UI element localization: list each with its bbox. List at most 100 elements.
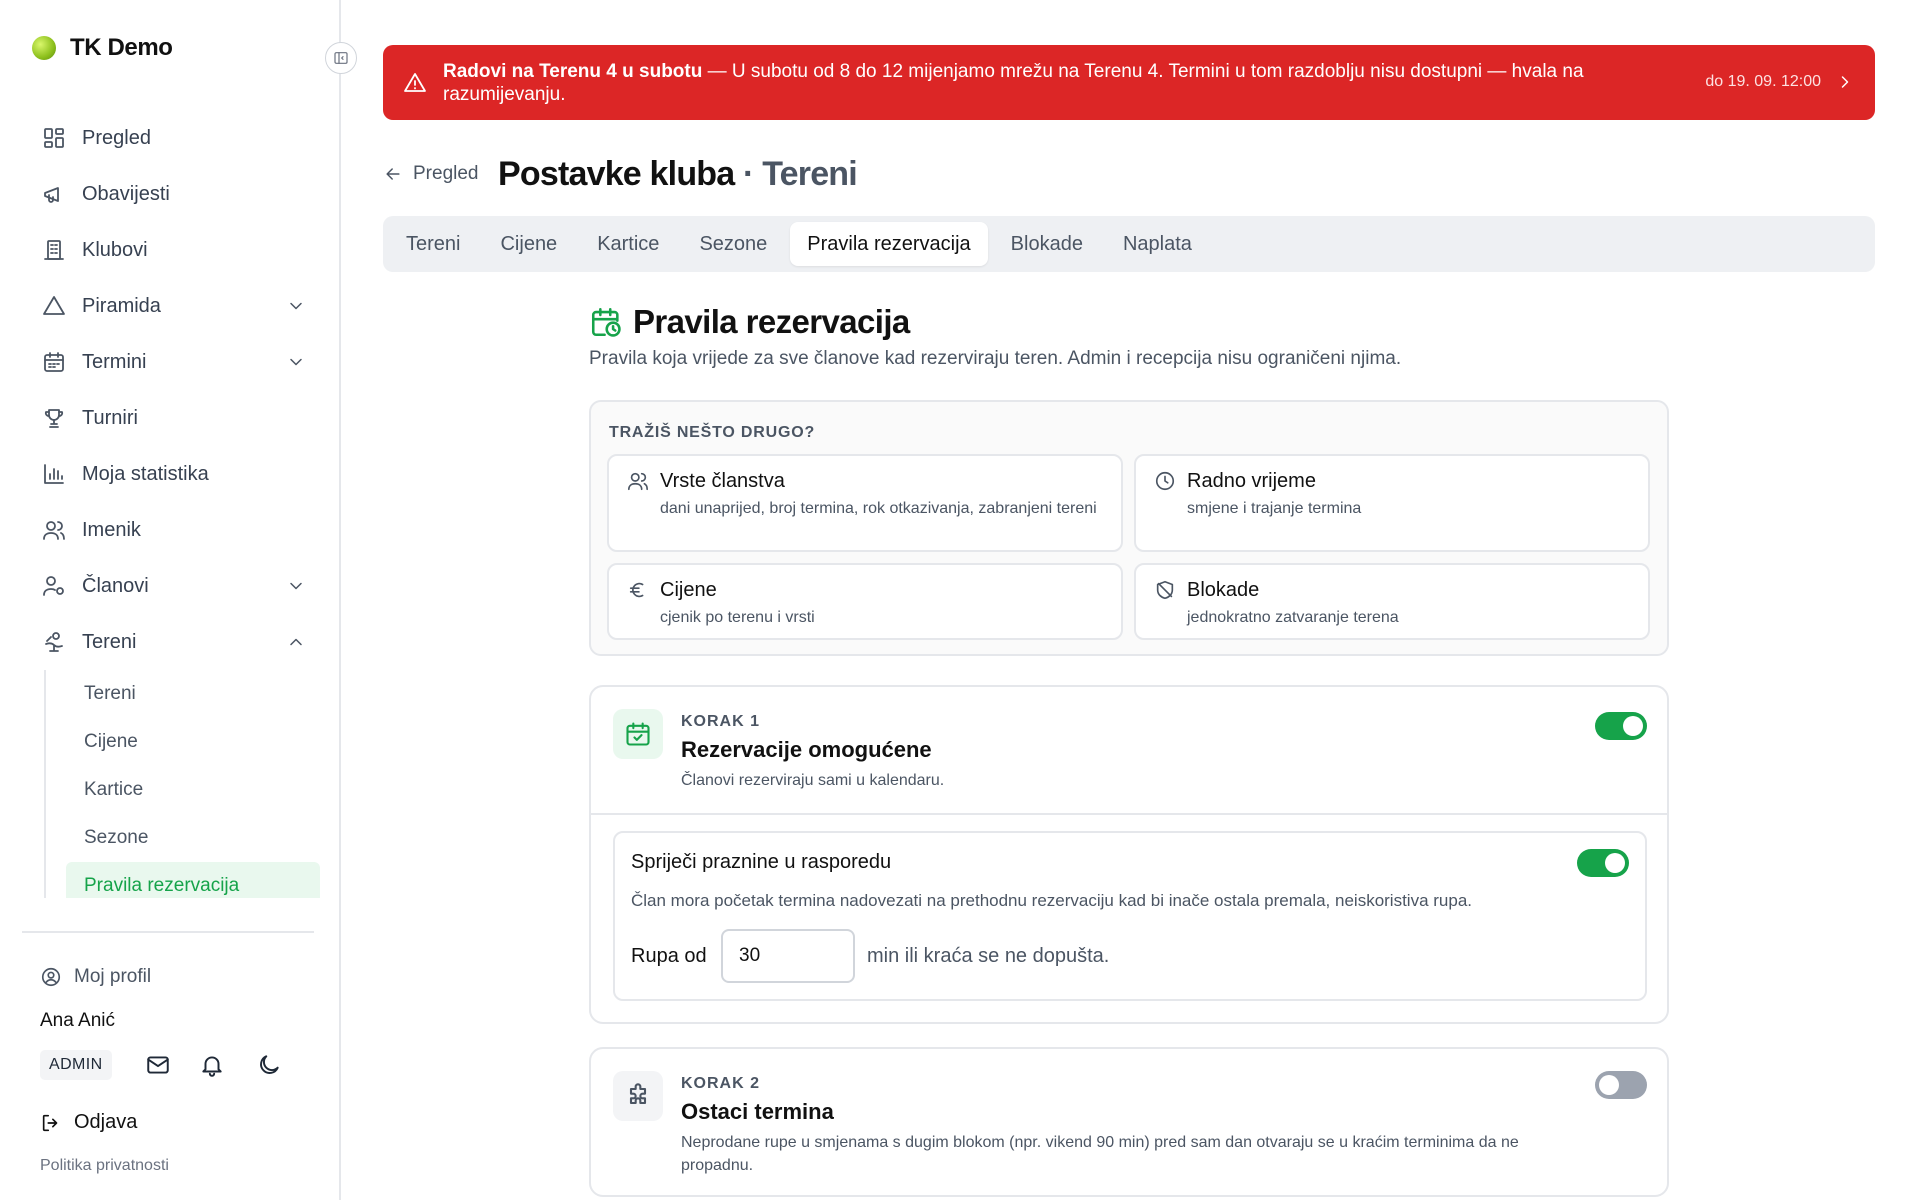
collapse-sidebar-button[interactable] bbox=[325, 42, 357, 74]
back-link[interactable]: Pregled bbox=[383, 163, 479, 185]
sidebar-subitem-cijene[interactable]: Cijene bbox=[66, 718, 320, 766]
toggle-knob bbox=[1599, 1075, 1619, 1095]
sidebar-item-imenik[interactable]: Imenik bbox=[22, 502, 320, 558]
bell-icon[interactable] bbox=[199, 1052, 225, 1078]
gap-prevention-card: Spriječi praznine u rasporedu Član mora … bbox=[613, 831, 1647, 1001]
page-title: Postavke kluba · Tereni bbox=[498, 155, 858, 194]
tab-sezone[interactable]: Sezone bbox=[682, 222, 784, 266]
link-card-prices[interactable]: Cijene cjenik po terenu i vrsti bbox=[607, 563, 1123, 640]
banner-until: do 19. 09. 12:00 bbox=[1705, 73, 1821, 90]
tennis-ball-logo-icon bbox=[32, 36, 56, 60]
link-card-desc: dani unaprijed, broj termina, rok otkazi… bbox=[660, 500, 1097, 517]
sidebar-item-tereni[interactable]: Tereni bbox=[22, 614, 320, 670]
gap-prevention-title: Spriječi praznine u rasporedu bbox=[631, 851, 892, 873]
users-icon bbox=[628, 472, 648, 491]
related-settings-title: TRAŽIŠ NEŠTO DRUGO? bbox=[609, 424, 816, 441]
link-card-membership-types[interactable]: Vrste članstva dani unaprijed, broj term… bbox=[607, 454, 1123, 552]
my-profile-label: Moj profil bbox=[74, 966, 152, 987]
toggle-knob bbox=[1605, 853, 1625, 873]
step-1-divider bbox=[591, 813, 1667, 815]
tab-naplata[interactable]: Naplata bbox=[1106, 222, 1209, 266]
link-card-title: Blokade bbox=[1187, 579, 1260, 601]
clock-icon bbox=[1155, 471, 1175, 491]
link-card-title: Vrste članstva bbox=[660, 470, 785, 492]
banner-text: Radovi na Terenu 4 u subotu — U subotu o… bbox=[443, 60, 1663, 106]
tab-blokade[interactable]: Blokade bbox=[994, 222, 1100, 266]
link-card-desc: smjene i trajanje termina bbox=[1187, 500, 1362, 517]
sidebar-item-clanovi[interactable]: Članovi bbox=[22, 558, 320, 614]
sidebar-item-label: Obavijesti bbox=[82, 182, 170, 205]
sidebar-item-label: Tereni bbox=[82, 630, 137, 653]
privacy-policy-link[interactable]: Politika privatnosti bbox=[40, 1157, 169, 1175]
sidebar-item-label: Turniri bbox=[82, 406, 138, 429]
sidebar-item-label: Piramida bbox=[82, 294, 161, 317]
chevron-down-icon[interactable] bbox=[286, 296, 306, 316]
section-description: Pravila koja vrijede za sve članove kad … bbox=[589, 348, 1402, 369]
link-card-working-hours[interactable]: Radno vrijeme smjene i trajanje termina bbox=[1134, 454, 1650, 552]
sidebar-item-turniri[interactable]: Turniri bbox=[22, 390, 320, 446]
chevron-down-icon[interactable] bbox=[286, 352, 306, 372]
tab-tereni[interactable]: Tereni bbox=[389, 222, 477, 266]
calendar-clock-icon bbox=[591, 307, 621, 337]
reservations-enabled-toggle[interactable] bbox=[1595, 712, 1647, 740]
banner-title: Radovi na Terenu 4 u subotu bbox=[443, 60, 703, 82]
section-title: Pravila rezervacija bbox=[633, 303, 910, 340]
user-circle-icon bbox=[41, 967, 61, 987]
building-icon bbox=[44, 240, 64, 260]
sidebar-subitem-kartice[interactable]: Kartice bbox=[66, 766, 320, 814]
moon-icon[interactable] bbox=[256, 1052, 282, 1078]
page-title-separator: · bbox=[734, 155, 763, 193]
sidebar-subitem-tereni[interactable]: Tereni bbox=[66, 670, 320, 718]
step-1-label: KORAK 1 bbox=[681, 713, 761, 730]
sidebar-item-label: Pregled bbox=[82, 126, 151, 149]
chevron-down-icon[interactable] bbox=[286, 576, 306, 596]
chevron-up-icon[interactable] bbox=[286, 632, 306, 652]
sidebar-item-piramida[interactable]: Piramida bbox=[22, 278, 320, 334]
link-card-title: Radno vrijeme bbox=[1187, 470, 1316, 492]
step-1-title: Rezervacije omogućene bbox=[681, 737, 932, 762]
tab-pravila-rezervacija[interactable]: Pravila rezervacija bbox=[790, 222, 988, 266]
sidebar-subitem-sezone[interactable]: Sezone bbox=[66, 814, 320, 862]
step-2-card: KORAK 2 Ostaci termina Neprodane rupe u … bbox=[589, 1047, 1669, 1197]
warning-triangle-icon bbox=[404, 72, 426, 92]
sidebar-item-label: Moja statistika bbox=[82, 462, 209, 485]
dashboard-icon bbox=[44, 128, 64, 148]
triangle-icon bbox=[43, 296, 65, 315]
sidebar-item-moja-statistika[interactable]: Moja statistika bbox=[22, 446, 320, 502]
link-card-blocks[interactable]: Blokade jednokratno zatvaranje terena bbox=[1134, 563, 1650, 640]
euro-icon bbox=[629, 582, 644, 598]
puzzle-icon bbox=[629, 1083, 647, 1105]
gap-prevention-toggle[interactable] bbox=[1577, 849, 1629, 877]
step-2-title: Ostaci termina bbox=[681, 1099, 834, 1124]
sidebar-item-obavijesti[interactable]: Obavijesti bbox=[22, 166, 320, 222]
sidebar-item-label: Članovi bbox=[82, 574, 149, 597]
sidebar-item-klubovi[interactable]: Klubovi bbox=[22, 222, 320, 278]
back-label: Pregled bbox=[413, 163, 479, 184]
chevron-right-icon[interactable] bbox=[1835, 72, 1855, 92]
calendar-check-icon bbox=[626, 722, 650, 746]
step-1-desc: Članovi rezerviraju sami u kalendaru. bbox=[681, 772, 945, 789]
gap-minutes-input[interactable] bbox=[721, 929, 855, 983]
link-card-desc: cjenik po terenu i vrsti bbox=[660, 609, 815, 626]
gap-input-suffix: min ili kraća se ne dopušta. bbox=[867, 945, 1110, 967]
tab-cijene[interactable]: Cijene bbox=[483, 222, 574, 266]
sidebar-nav: Pregled Obavijesti Klubovi Piramida Term… bbox=[22, 110, 320, 898]
section-header: Pravila rezervacija bbox=[589, 303, 910, 341]
brand[interactable]: TK Demo bbox=[32, 34, 173, 62]
calendar-icon bbox=[44, 352, 64, 372]
my-profile-link[interactable]: Moj profil bbox=[40, 966, 151, 988]
step-1-icon-box bbox=[613, 709, 663, 759]
sidebar-item-termini[interactable]: Termini bbox=[22, 334, 320, 390]
announcement-banner[interactable]: Radovi na Terenu 4 u subotu — U subotu o… bbox=[383, 45, 1875, 120]
shield-off-icon bbox=[1156, 580, 1174, 600]
step-1-card: KORAK 1 Rezervacije omogućene Članovi re… bbox=[589, 685, 1669, 1024]
sidebar-item-label: Termini bbox=[82, 350, 147, 373]
arrow-left-icon bbox=[386, 168, 400, 180]
user-cog-icon bbox=[43, 576, 64, 596]
sidebar-subitem-pravila-rezervacija[interactable]: Pravila rezervacija bbox=[66, 862, 320, 898]
logout-button[interactable]: Odjava bbox=[40, 1111, 137, 1134]
sidebar-item-pregled[interactable]: Pregled bbox=[22, 110, 320, 166]
tab-kartice[interactable]: Kartice bbox=[580, 222, 676, 266]
remaining-slots-toggle[interactable] bbox=[1595, 1071, 1647, 1099]
mail-icon[interactable] bbox=[145, 1052, 171, 1078]
